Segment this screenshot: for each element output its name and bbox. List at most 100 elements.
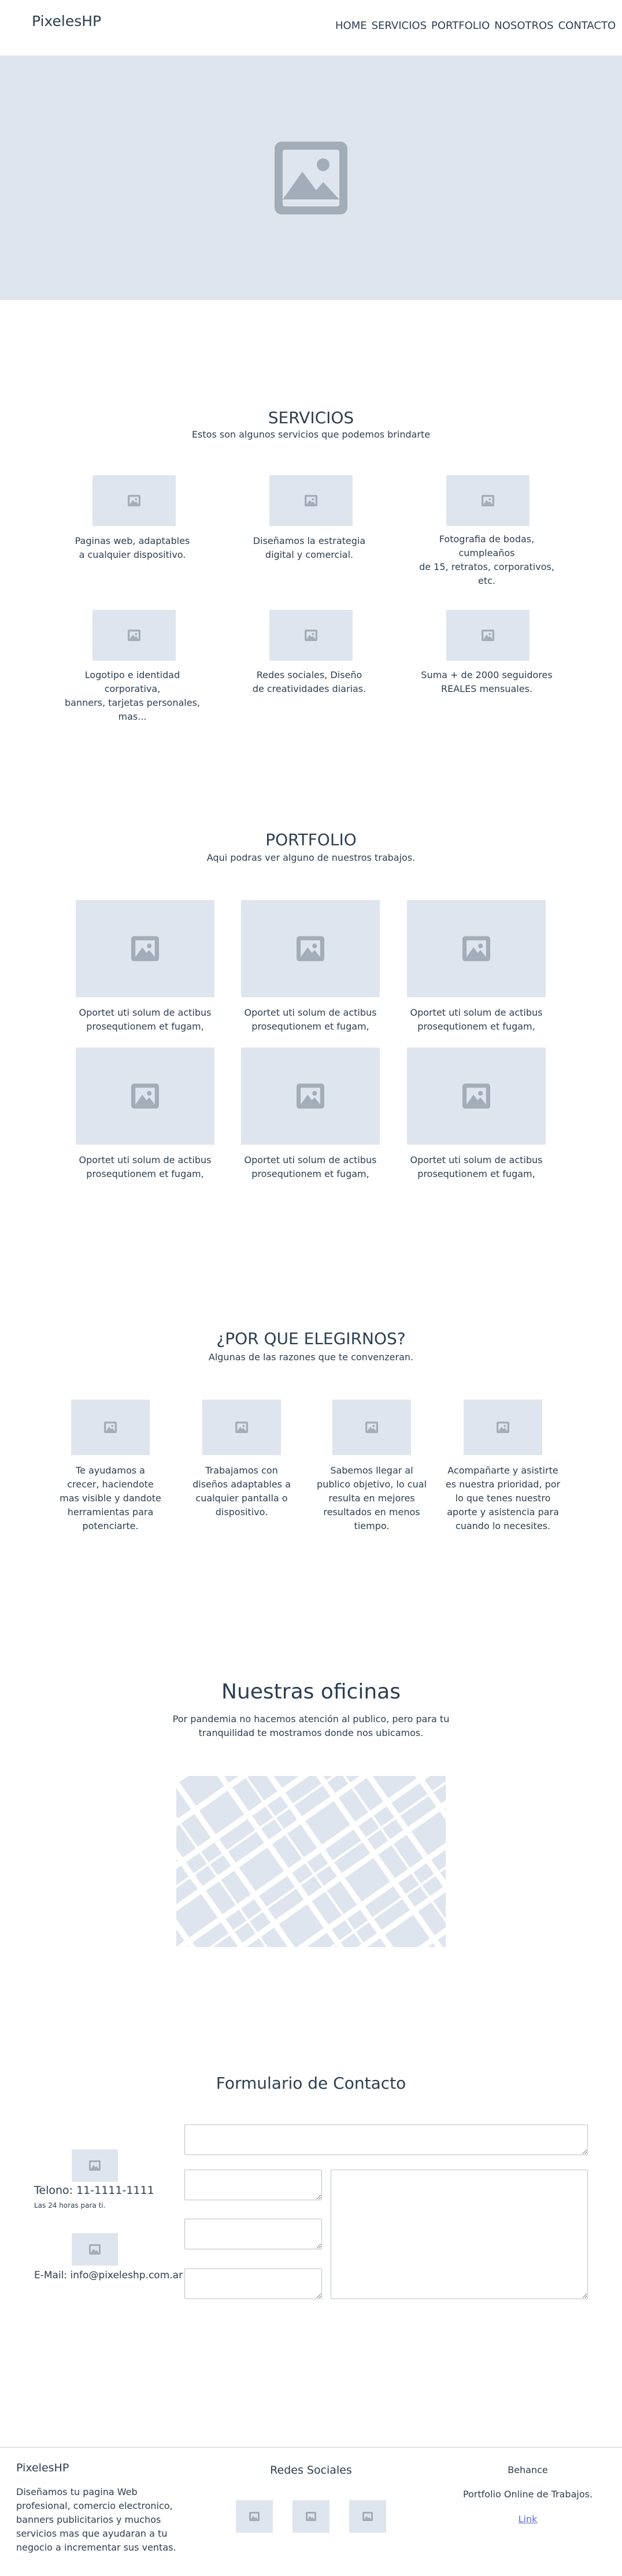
why-item-line: tiempo. [354, 1520, 390, 1531]
servicios-item-line: de creatividades diarias. [252, 683, 366, 694]
contact-field-name[interactable] [184, 2125, 588, 2155]
brand-logo[interactable]: PixelesHP [32, 13, 101, 29]
portfolio-item-line: prosequtionem et fugam, [251, 1021, 369, 1032]
servicios-image [92, 610, 176, 661]
portfolio-item-text: Oportet uti solum de actibus prosequtione… [229, 1153, 391, 1181]
why-image [71, 1400, 150, 1455]
hero-banner [0, 55, 622, 300]
footer-behance-title: Behance [508, 2464, 548, 2475]
social-icon-1[interactable] [236, 2500, 273, 2533]
why-item-line: herramientas para [67, 1507, 154, 1518]
image-placeholder-icon [462, 936, 490, 961]
servicios-item-line: Paginas web, adaptables [75, 535, 190, 546]
servicios-item-text: Suma + de 2000 seguidores REALES mensuale… [414, 668, 559, 696]
why-item-line: es nuestra prioridad, por [445, 1479, 561, 1490]
portfolio-item-line: Oportet uti solum de actibus [244, 1007, 377, 1018]
why-item-line: crecer, haciendote [67, 1479, 154, 1490]
why-item-line: cuando lo necesites. [455, 1520, 551, 1531]
why-item-line: resultados en menos [323, 1507, 420, 1518]
image-placeholder-icon [128, 495, 140, 506]
contact-hours: Las 24 horas para ti. [34, 2201, 106, 2209]
footer-about: Diseñamos tu pagina Web profesional, com… [16, 2485, 176, 2555]
why-item-text: Trabajamos con diseños adaptables a cualqu… [184, 1464, 299, 1519]
image-placeholder-icon [297, 1083, 324, 1109]
servicios-item-line: Logotipo e identidad corporativa, [84, 669, 180, 694]
contact-field-message[interactable] [331, 2170, 588, 2299]
portfolio-item-line: Oportet uti solum de actibus [79, 1007, 212, 1018]
servicios-item-text: Redes sociales, Diseño de creatividades d… [237, 668, 382, 696]
contact-field-subject[interactable] [184, 2268, 322, 2299]
why-image [202, 1400, 281, 1455]
servicios-item-line: Diseñamos la estrategia [253, 535, 366, 546]
servicios-item-line: Suma + de 2000 seguidores [421, 669, 553, 680]
behance-link[interactable]: Link [519, 2514, 538, 2525]
servicios-item-line: a cualquier dispositivo. [79, 549, 186, 560]
image-placeholder-icon [305, 495, 317, 506]
portfolio-item-text: Oportet uti solum de actibus prosequtione… [229, 1006, 391, 1034]
why-item-line: publico objetivo, lo cual [317, 1479, 427, 1490]
image-placeholder-icon [365, 1422, 378, 1433]
portfolio-item-line: prosequtionem et fugam, [86, 1168, 204, 1179]
portfolio-item-text: Oportet uti solum de actibus prosequtione… [395, 1153, 557, 1181]
portfolio-image [76, 1048, 214, 1145]
why-item-text: Te ayudamos a crecer, haciendote mas visib… [53, 1464, 168, 1533]
why-item-line: lo que tenes nuestro [455, 1493, 551, 1504]
portfolio-item-line: prosequtionem et fugam, [251, 1168, 369, 1179]
portfolio-item-line: Oportet uti solum de actibus [410, 1154, 543, 1165]
why-item-line: resulta en mejores [328, 1493, 415, 1504]
contact-field-email[interactable] [184, 2170, 322, 2200]
portfolio-item-line: Oportet uti solum de actibus [244, 1154, 377, 1165]
portfolio-item-text: Oportet uti solum de actibus prosequtione… [64, 1006, 226, 1034]
contact-email[interactable]: E-Mail: info@pixeleshp.com.ar [34, 2270, 183, 2281]
portfolio-item-line: prosequtionem et fugam, [417, 1168, 535, 1179]
nav-contacto[interactable]: CONTACTO [558, 20, 616, 32]
social-icon-2[interactable] [293, 2500, 329, 2533]
nav-servicios[interactable]: SERVICIOS [372, 20, 427, 32]
servicios-image [269, 610, 353, 661]
footer-about-line: banners publicitarios y muchos [16, 2514, 161, 2525]
contact-phone[interactable]: Telono: 11-1111-1111 [34, 2184, 154, 2197]
portfolio-image [407, 1048, 546, 1145]
oficinas-line: Por pandemia no hacemos atención al publ… [172, 1713, 450, 1724]
social-icon-3[interactable] [349, 2500, 386, 2533]
oficinas-text: Por pandemia no hacemos atención al publ… [0, 1712, 622, 1740]
image-placeholder-icon [482, 630, 494, 641]
image-placeholder-icon [497, 1422, 509, 1433]
footer-brand[interactable]: PixelesHP [16, 2462, 69, 2474]
servicios-item-line: mas... [118, 711, 147, 722]
servicios-image [446, 475, 530, 526]
why-item-text: Acompañarte y asistirte es nuestra priori… [445, 1464, 561, 1533]
email-icon [72, 2233, 118, 2266]
oficinas-line: tranquilidad te mostramos donde nos ubic… [198, 1727, 424, 1738]
nav-home[interactable]: HOME [335, 20, 367, 32]
oficinas-title: Nuestras oficinas [221, 1680, 401, 1704]
image-placeholder-icon [235, 1422, 248, 1433]
why-item-line: potenciarte. [82, 1520, 139, 1531]
portfolio-item-text: Oportet uti solum de actibus prosequtione… [64, 1153, 226, 1181]
why-subtitle: Algunas de las razones que te convenzera… [208, 1352, 414, 1363]
why-item-line: Te ayudamos a [76, 1465, 145, 1476]
portfolio-item-text: Oportet uti solum de actibus prosequtione… [395, 1006, 557, 1034]
why-item-text: Sabemos llegar al publico objetivo, lo cu… [314, 1464, 430, 1533]
image-placeholder-icon [104, 1422, 117, 1433]
why-title: ¿POR QUE ELEGIRNOS? [216, 1329, 406, 1348]
office-map[interactable] [176, 1776, 446, 1947]
servicios-item-line: de 15, retratos, corporativos, etc. [419, 561, 554, 586]
nav-portfolio[interactable]: PORTFOLIO [431, 20, 490, 32]
servicios-item-text: Logotipo e identidad corporativa, banners… [60, 668, 205, 724]
why-image [332, 1400, 411, 1455]
servicios-item-text: Diseñamos la estrategia digital y comerci… [237, 534, 382, 562]
servicios-item-line: banners, tarjetas personales, [65, 697, 200, 708]
footer-about-line: Diseñamos tu pagina Web [16, 2486, 138, 2497]
portfolio-item-line: prosequtionem et fugam, [417, 1021, 535, 1032]
footer-about-line: profesional, comercio electronico, [16, 2500, 173, 2511]
why-item-line: cualquier pantalla o [195, 1493, 288, 1504]
nav-nosotros[interactable]: NOSOTROS [494, 20, 553, 32]
contacto-title: Formulario de Contacto [216, 2074, 406, 2093]
footer-social-title: Redes Sociales [270, 2464, 352, 2477]
contact-field-phone[interactable] [184, 2219, 322, 2249]
servicios-subtitle: Estos son algunos servicios que podemos … [191, 429, 431, 440]
portfolio-item-line: Oportet uti solum de actibus [79, 1154, 212, 1165]
portfolio-image [241, 900, 380, 997]
servicios-item-line: Redes sociales, Diseño [256, 669, 362, 680]
